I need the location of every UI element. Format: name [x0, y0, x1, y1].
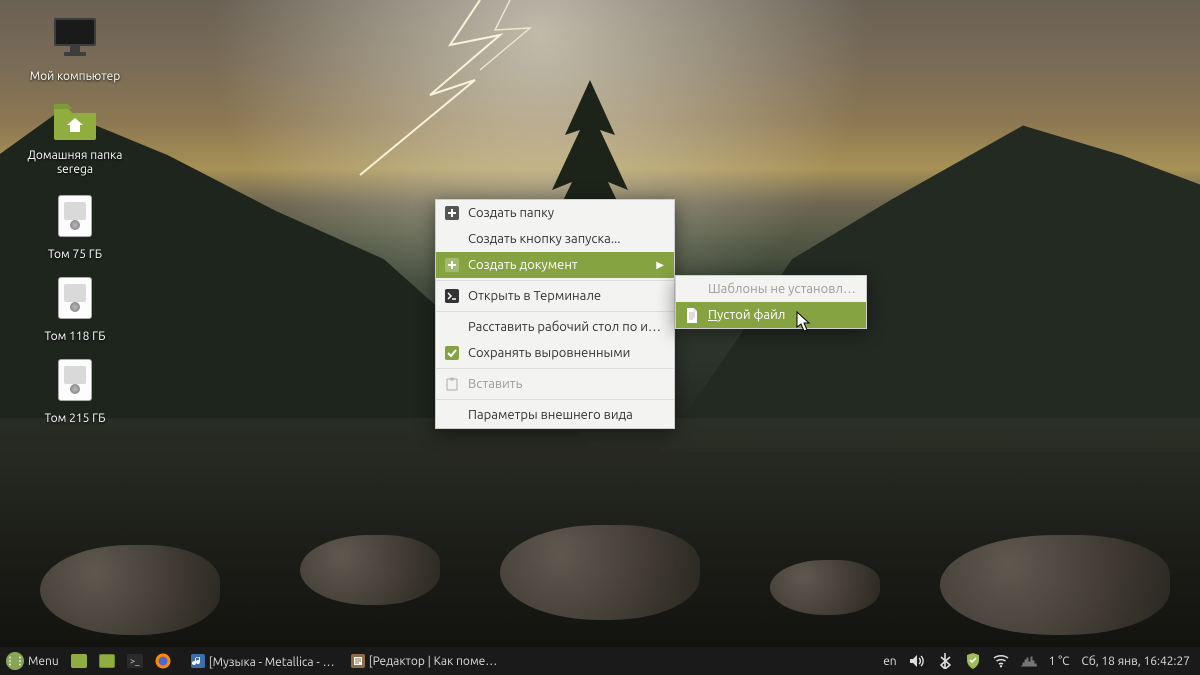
menu-item-label: Шаблоны не установлены: [708, 282, 856, 296]
task-label: [Музыка - Metallica - 07‑P…: [209, 653, 339, 670]
tray-volume[interactable]: [903, 647, 931, 675]
shield-icon: [965, 653, 981, 669]
tray-clock[interactable]: Сб, 18 янв, 16:42:27: [1075, 647, 1200, 675]
menu-item-label: Параметры внешнего вида: [468, 408, 664, 422]
task-music-player[interactable]: [Музыка - Metallica - 07‑P…: [185, 647, 345, 675]
tray-security[interactable]: [959, 647, 987, 675]
icon-label: Том 75 ГБ: [45, 247, 105, 263]
taskbar: ⋮⋮ Menu >_ [Музыка - Metallica - 07‑P… […: [0, 647, 1200, 675]
plus-icon: [444, 205, 460, 221]
menu-button[interactable]: ⋮⋮ Menu: [0, 647, 65, 675]
terminal-icon: >_: [127, 654, 143, 668]
drive-icon: [51, 356, 99, 404]
menu-item-label: Расставить рабочий стол по имени: [468, 320, 664, 334]
desktop-icon-computer[interactable]: Мой компьютер: [20, 14, 130, 85]
task-text-editor[interactable]: [Редактор | Как поменять …: [345, 647, 505, 675]
submenu-item-empty-file[interactable]: Пустой файл: [676, 302, 866, 328]
menu-item-label: Создать кнопку запуска...: [468, 232, 664, 246]
tray-cpu[interactable]: [1015, 647, 1043, 675]
home-folder-icon: [51, 96, 99, 144]
show-desktop-icon: [71, 654, 87, 668]
menu-separator: [436, 311, 674, 312]
menu-item-create-launcher[interactable]: Создать кнопку запуска...: [436, 226, 674, 252]
paste-icon: [444, 376, 460, 392]
tray-weather[interactable]: 1 °C: [1043, 647, 1076, 675]
menu-item-keep-aligned[interactable]: Сохранять выровненными: [436, 340, 674, 366]
submenu-item-no-templates: Шаблоны не установлены: [676, 276, 866, 302]
tray-keyboard-layout[interactable]: en: [877, 647, 902, 675]
desktop-icon-volume-75[interactable]: Том 75 ГБ: [20, 192, 130, 263]
icon-label: Том 118 ГБ: [42, 329, 109, 345]
volume-icon: [909, 653, 925, 669]
computer-icon: [51, 14, 99, 62]
menu-separator: [436, 368, 674, 369]
launcher-files[interactable]: [93, 647, 121, 675]
menu-item-label: Открыть в Терминале: [468, 289, 664, 303]
drive-icon: [51, 274, 99, 322]
document-icon: [684, 307, 700, 323]
desktop-context-menu: Создать папку Создать кнопку запуска... …: [435, 199, 675, 429]
drive-icon: [51, 192, 99, 240]
desktop-icon-volume-215[interactable]: Том 215 ГБ: [20, 356, 130, 427]
editor-app-icon: [351, 653, 365, 669]
menu-item-label: Создать папку: [468, 206, 664, 220]
wifi-icon: [993, 653, 1009, 669]
firefox-icon: [155, 653, 171, 669]
launcher-firefox[interactable]: [149, 647, 177, 675]
plus-icon: [444, 257, 460, 273]
menu-item-arrange-by-name[interactable]: Расставить рабочий стол по имени: [436, 314, 674, 340]
menu-separator: [436, 280, 674, 281]
desktop-icon-volume-118[interactable]: Том 118 ГБ: [20, 274, 130, 345]
menu-item-open-terminal[interactable]: Открыть в Терминале: [436, 283, 674, 309]
desktop-area[interactable]: Мой компьютер Домашняя папка serega Том …: [0, 0, 1200, 647]
menu-separator: [436, 399, 674, 400]
icon-label: Том 215 ГБ: [42, 411, 109, 427]
create-document-submenu: Шаблоны не установлены Пустой файл: [675, 275, 867, 329]
menu-item-label: Вставить: [468, 377, 664, 391]
icon-label: Домашняя папка serega: [20, 148, 130, 178]
terminal-icon: [444, 288, 460, 304]
menu-item-create-folder[interactable]: Создать папку: [436, 200, 674, 226]
submenu-arrow-icon: ▶: [656, 259, 664, 271]
menu-item-label: Создать документ: [468, 258, 648, 272]
menu-item-paste: Вставить: [436, 371, 674, 397]
music-app-icon: [191, 653, 205, 669]
menu-item-create-document[interactable]: Создать документ ▶: [436, 252, 674, 278]
launcher-terminal[interactable]: >_: [121, 647, 149, 675]
tray-bluetooth[interactable]: [931, 647, 959, 675]
files-icon: [99, 654, 115, 668]
tray-network[interactable]: [987, 647, 1015, 675]
cpu-graph-icon: [1021, 653, 1037, 669]
show-desktop-button[interactable]: [65, 647, 93, 675]
icon-label: Мой компьютер: [27, 69, 124, 85]
clock-label: Сб, 18 янв, 16:42:27: [1081, 655, 1190, 668]
menu-item-appearance[interactable]: Параметры внешнего вида: [436, 402, 674, 428]
weather-label: 1 °C: [1049, 655, 1070, 668]
menu-item-label: Пустой файл: [708, 308, 856, 322]
menu-item-label: Сохранять выровненными: [468, 346, 664, 360]
keyboard-layout-label: en: [883, 655, 896, 668]
checkbox-checked-icon: [444, 345, 460, 361]
task-label: [Редактор | Как поменять …: [369, 655, 499, 668]
bluetooth-icon: [937, 653, 953, 669]
desktop-icon-home[interactable]: Домашняя папка serega: [20, 96, 130, 178]
menu-label: Menu: [28, 655, 59, 668]
mint-logo-icon: ⋮⋮: [6, 652, 24, 670]
